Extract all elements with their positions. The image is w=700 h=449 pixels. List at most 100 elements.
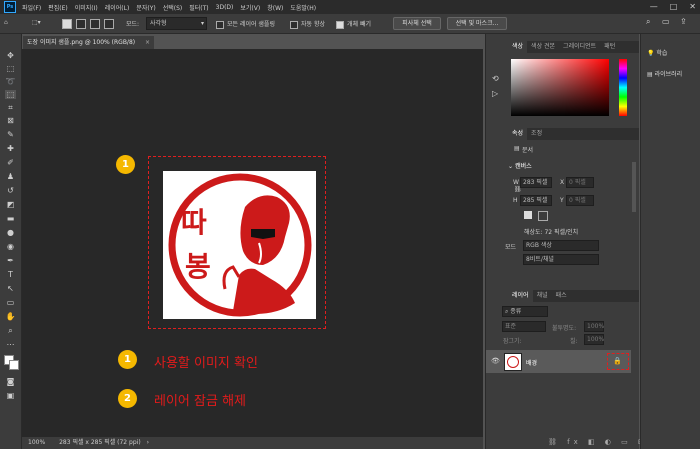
maximize-icon[interactable]: □ xyxy=(670,2,678,11)
more-tools-icon[interactable]: ⋯ xyxy=(5,340,16,349)
screen-mode-icon[interactable]: ▣ xyxy=(5,391,16,400)
close-icon[interactable]: ✕ xyxy=(689,2,696,11)
subtract-selection-icon[interactable] xyxy=(90,19,100,29)
menu-help[interactable]: 도움말(H) xyxy=(290,3,316,12)
blend-mode-select[interactable]: 표준 xyxy=(502,321,546,332)
hand-tool-icon[interactable]: ✋ xyxy=(5,312,16,321)
crop-tool-icon[interactable]: ⌗ xyxy=(5,103,16,112)
tab-gradients[interactable]: 그레이디언트 xyxy=(559,41,600,53)
dodge-tool-icon[interactable]: ◉ xyxy=(5,242,16,251)
zoom-tool-icon[interactable]: ⌕ xyxy=(5,326,16,335)
path-selection-tool-icon[interactable]: ↖ xyxy=(5,284,16,293)
eraser-tool-icon[interactable]: ◩ xyxy=(5,200,16,209)
share-icon[interactable]: ⇪ xyxy=(680,17,687,26)
type-tool-icon[interactable]: T xyxy=(5,270,16,279)
image-highlight-box xyxy=(148,156,326,329)
landscape-icon[interactable] xyxy=(538,211,548,221)
photoshop-logo-icon: Ps xyxy=(4,1,16,13)
intersect-selection-icon[interactable] xyxy=(104,19,114,29)
quick-mask-icon[interactable]: ◙ xyxy=(5,377,16,386)
object-selection-tool-icon[interactable]: ⬚ xyxy=(5,90,16,99)
actions-panel-icon[interactable]: ▷ xyxy=(492,89,498,98)
tool-preset-icon[interactable]: ⬚▾ xyxy=(32,19,41,26)
tab-layers[interactable]: 레이어 xyxy=(508,290,533,302)
zoom-level[interactable]: 100% xyxy=(28,439,45,446)
menu-select[interactable]: 선택(S) xyxy=(163,3,183,12)
mode-select[interactable]: 사각형 ▾ xyxy=(146,17,207,30)
tab-adjustments[interactable]: 조정 xyxy=(527,128,546,140)
learn-panel-item[interactable]: 💡 학습 xyxy=(647,48,667,57)
object-subtract-checkbox[interactable]: 개체 빼기 xyxy=(336,19,371,29)
bit-depth-select[interactable]: 8비트/채널 xyxy=(523,254,599,265)
history-panel-icon[interactable]: ⟲ xyxy=(492,74,499,83)
portrait-icon[interactable] xyxy=(524,211,532,219)
menu-type[interactable]: 문자(Y) xyxy=(136,3,155,12)
opacity-input[interactable]: 100% xyxy=(584,321,604,332)
tools-panel: ✥ ⬚ ➰ ⬚ ⌗ ⊠ ✎ ✚ ✐ ♟ ↺ ◩ ▬ ● ◉ ✒ T ↖ ▭ ✋ … xyxy=(0,34,22,449)
tab-patterns[interactable]: 패턴 xyxy=(600,41,619,53)
x-input[interactable]: 0 픽셀 xyxy=(566,177,594,188)
status-arrow-icon[interactable]: › xyxy=(147,439,149,446)
blur-tool-icon[interactable]: ● xyxy=(5,228,16,237)
background-color-swatch[interactable] xyxy=(9,360,19,370)
menu-window[interactable]: 창(W) xyxy=(267,3,283,12)
pen-tool-icon[interactable]: ✒ xyxy=(5,256,16,265)
menu-image[interactable]: 이미지(I) xyxy=(75,3,98,12)
gradient-tool-icon[interactable]: ▬ xyxy=(5,214,16,223)
healing-brush-tool-icon[interactable]: ✚ xyxy=(5,144,16,153)
add-selection-icon[interactable] xyxy=(76,19,86,29)
tab-color[interactable]: 색상 xyxy=(508,41,528,53)
menu-filter[interactable]: 필터(T) xyxy=(189,3,208,12)
search-icon[interactable]: ⌕ xyxy=(646,17,650,27)
menu-layer[interactable]: 레이어(L) xyxy=(105,3,130,12)
fill-input[interactable]: 100% xyxy=(584,334,604,345)
move-tool-icon[interactable]: ✥ xyxy=(5,51,16,60)
document-icon: ▤ xyxy=(514,145,520,152)
tab-swatches[interactable]: 색상 견본 xyxy=(527,41,559,53)
color-mode-select[interactable]: RGB 색상 xyxy=(523,240,599,251)
brush-tool-icon[interactable]: ✐ xyxy=(5,158,16,167)
menu-view[interactable]: 보기(V) xyxy=(240,3,260,12)
document-tab[interactable]: 도장 이미지 샘플.png @ 100% (RGB/8) × xyxy=(23,36,154,49)
resolution-text: 해상도: 72 픽셀/인치 xyxy=(524,229,579,236)
checkbox-icon xyxy=(290,20,298,29)
lasso-tool-icon[interactable]: ➰ xyxy=(5,77,16,86)
properties-scrollbar[interactable] xyxy=(632,162,636,212)
y-input[interactable]: 0 픽셀 xyxy=(566,195,594,206)
minimize-icon[interactable]: — xyxy=(650,2,658,11)
close-tab-icon[interactable]: × xyxy=(145,36,150,49)
frame-tool-icon[interactable]: ⊠ xyxy=(5,116,16,125)
tab-channels[interactable]: 채널 xyxy=(533,290,552,302)
layer-filter-text: 종류 xyxy=(510,308,522,315)
stamp-tool-icon[interactable]: ♟ xyxy=(5,172,16,181)
tab-properties[interactable]: 속성 xyxy=(508,128,528,140)
layer-filter-select[interactable]: ⌕ 종류 xyxy=(502,306,548,317)
menu-3d[interactable]: 3D(D) xyxy=(216,4,234,11)
workspace-icon[interactable]: ▭ xyxy=(662,17,670,26)
canvas-section-heading[interactable]: ⌄ 캔버스 xyxy=(508,161,532,170)
history-brush-tool-icon[interactable]: ↺ xyxy=(5,186,16,195)
lock-label: 잠그기: xyxy=(503,338,522,345)
libraries-panel-item[interactable]: ▤ 라이브러리 xyxy=(647,69,682,78)
rectangle-tool-icon[interactable]: ▭ xyxy=(5,298,16,307)
height-input[interactable]: 285 픽셀 xyxy=(520,195,552,206)
marquee-tool-icon[interactable]: ⬚ xyxy=(5,64,16,73)
menu-file[interactable]: 파일(F) xyxy=(22,3,41,12)
new-selection-icon[interactable] xyxy=(62,19,72,29)
learn-label: 학습 xyxy=(656,50,668,57)
legend-badge-1: 1 xyxy=(118,350,137,369)
menu-edit[interactable]: 편집(E) xyxy=(48,3,68,12)
visibility-eye-icon[interactable]: 👁 xyxy=(491,357,500,365)
select-subject-button[interactable]: 피사체 선택 xyxy=(393,17,441,30)
color-field[interactable] xyxy=(511,59,609,116)
layer-footer-icons[interactable]: ⛓ fx ◧ ◐ ▭ ⊞ 🗑 xyxy=(548,438,663,446)
width-input[interactable]: 283 픽셀 xyxy=(520,177,552,188)
home-icon[interactable]: ⌂ xyxy=(4,19,8,26)
sample-all-layers-checkbox[interactable]: 모든 레이어 샘플링 xyxy=(216,19,275,29)
hue-slider[interactable] xyxy=(619,59,627,116)
select-and-mask-button[interactable]: 선택 및 마스크... xyxy=(447,17,507,30)
layer-name[interactable]: 배경 xyxy=(526,358,537,367)
tab-paths[interactable]: 패스 xyxy=(552,290,571,302)
eyedropper-tool-icon[interactable]: ✎ xyxy=(5,130,16,139)
auto-enhance-checkbox[interactable]: 자동 향상 xyxy=(290,19,325,29)
